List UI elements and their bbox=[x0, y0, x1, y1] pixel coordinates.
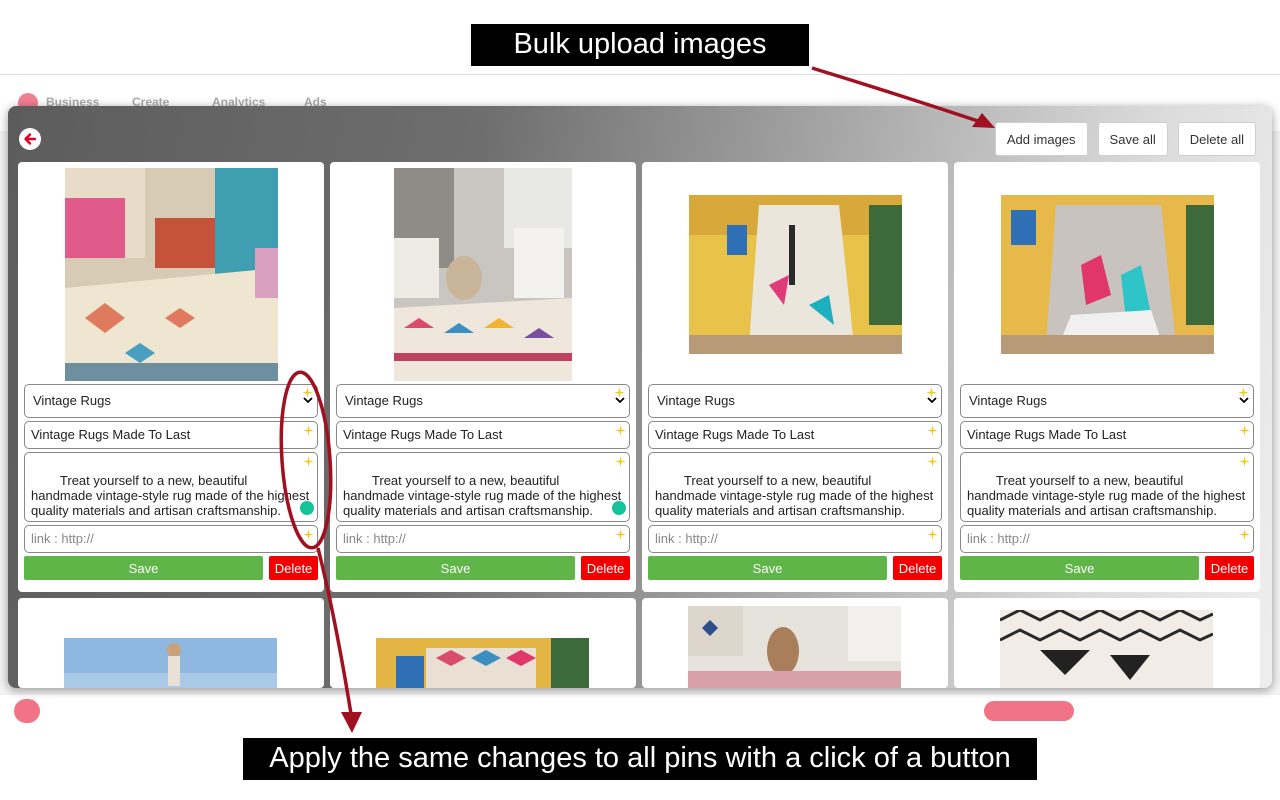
sparkle-icon[interactable] bbox=[927, 456, 938, 467]
delete-all-button[interactable]: Delete all bbox=[1177, 122, 1256, 156]
save-all-button[interactable]: Save all bbox=[1097, 122, 1168, 156]
sparkle-icon[interactable] bbox=[927, 425, 938, 436]
pin-image bbox=[1000, 610, 1213, 688]
save-button[interactable]: Save bbox=[336, 556, 575, 580]
chevron-down-icon bbox=[927, 397, 937, 404]
pin-card: Vintage Rugs Vintage Rugs Made To Last T… bbox=[18, 162, 324, 592]
chevron-down-icon bbox=[303, 397, 313, 404]
board-select-value: Vintage Rugs bbox=[345, 393, 423, 408]
sparkle-icon[interactable] bbox=[303, 425, 314, 436]
delete-button[interactable]: Delete bbox=[269, 556, 318, 580]
board-select[interactable]: Vintage Rugs bbox=[24, 384, 318, 418]
link-placeholder: link : http:// bbox=[967, 531, 1030, 546]
chevron-down-icon bbox=[615, 397, 625, 404]
pin-card bbox=[18, 598, 324, 688]
description-field[interactable]: Treat yourself to a new, beautiful handm… bbox=[336, 452, 630, 522]
pin-image bbox=[688, 195, 902, 354]
save-button[interactable]: Save bbox=[960, 556, 1199, 580]
title-field[interactable]: Vintage Rugs Made To Last bbox=[336, 421, 630, 449]
background-publish-button bbox=[984, 701, 1074, 721]
sparkle-icon[interactable] bbox=[615, 456, 626, 467]
sparkle-icon[interactable] bbox=[1239, 425, 1250, 436]
grammarly-icon[interactable] bbox=[612, 501, 626, 515]
background-footer bbox=[0, 695, 1280, 723]
pin-card bbox=[330, 598, 636, 688]
pin-image bbox=[376, 638, 589, 688]
description-field[interactable]: Treat yourself to a new, beautiful handm… bbox=[24, 452, 318, 522]
title-field[interactable]: Vintage Rugs Made To Last bbox=[960, 421, 1254, 449]
link-placeholder: link : http:// bbox=[655, 531, 718, 546]
link-placeholder: link : http:// bbox=[343, 531, 406, 546]
back-button[interactable] bbox=[19, 128, 41, 150]
description-value: Treat yourself to a new, beautiful handm… bbox=[343, 473, 625, 518]
pin-grid: Vintage Rugs Vintage Rugs Made To Last T… bbox=[18, 162, 1262, 688]
title-value: Vintage Rugs Made To Last bbox=[655, 427, 815, 442]
delete-button[interactable]: Delete bbox=[893, 556, 942, 580]
annotation-apply-all: Apply the same changes to all pins with … bbox=[243, 738, 1037, 780]
board-select[interactable]: Vintage Rugs bbox=[648, 384, 942, 418]
title-value: Vintage Rugs Made To Last bbox=[967, 427, 1127, 442]
board-select[interactable]: Vintage Rugs bbox=[960, 384, 1254, 418]
save-button[interactable]: Save bbox=[648, 556, 887, 580]
board-select-value: Vintage Rugs bbox=[33, 393, 111, 408]
sparkle-icon[interactable] bbox=[1239, 529, 1250, 540]
pin-image bbox=[64, 168, 278, 381]
pin-image bbox=[64, 638, 277, 688]
title-field[interactable]: Vintage Rugs Made To Last bbox=[24, 421, 318, 449]
grammarly-icon[interactable] bbox=[300, 501, 314, 515]
pin-image bbox=[688, 606, 901, 688]
bulk-upload-modal: Add images Save all Delete all Vintage R… bbox=[8, 106, 1272, 688]
pin-card bbox=[954, 598, 1260, 688]
chevron-down-icon bbox=[1239, 397, 1249, 404]
sparkle-icon[interactable] bbox=[303, 529, 314, 540]
link-field[interactable]: link : http:// bbox=[24, 525, 318, 553]
description-field[interactable]: Treat yourself to a new, beautiful handm… bbox=[960, 452, 1254, 522]
link-placeholder: link : http:// bbox=[31, 531, 94, 546]
title-field[interactable]: Vintage Rugs Made To Last bbox=[648, 421, 942, 449]
title-value: Vintage Rugs Made To Last bbox=[31, 427, 191, 442]
annotation-bulk-upload: Bulk upload images bbox=[471, 24, 809, 66]
arrow-left-icon bbox=[24, 133, 37, 145]
add-images-button[interactable]: Add images bbox=[994, 122, 1088, 156]
sparkle-icon[interactable] bbox=[927, 529, 938, 540]
pin-card: Vintage Rugs Vintage Rugs Made To Last T… bbox=[954, 162, 1260, 592]
pin-image bbox=[394, 168, 572, 381]
link-field[interactable]: link : http:// bbox=[960, 525, 1254, 553]
save-button[interactable]: Save bbox=[24, 556, 263, 580]
pin-card: Vintage Rugs Vintage Rugs Made To Last T… bbox=[642, 162, 948, 592]
sparkle-icon[interactable] bbox=[615, 425, 626, 436]
description-value: Treat yourself to a new, beautiful handm… bbox=[967, 473, 1249, 518]
pin-image bbox=[1000, 195, 1214, 354]
sparkle-icon[interactable] bbox=[1239, 456, 1250, 467]
sparkle-icon[interactable] bbox=[303, 456, 314, 467]
sparkle-icon[interactable] bbox=[615, 529, 626, 540]
modal-actions: Add images Save all Delete all bbox=[994, 122, 1256, 156]
title-value: Vintage Rugs Made To Last bbox=[343, 427, 503, 442]
board-select[interactable]: Vintage Rugs bbox=[336, 384, 630, 418]
board-select-value: Vintage Rugs bbox=[657, 393, 735, 408]
description-value: Treat yourself to a new, beautiful handm… bbox=[655, 473, 937, 518]
delete-button[interactable]: Delete bbox=[1205, 556, 1254, 580]
link-field[interactable]: link : http:// bbox=[648, 525, 942, 553]
delete-button[interactable]: Delete bbox=[581, 556, 630, 580]
pin-card: Vintage Rugs Vintage Rugs Made To Last T… bbox=[330, 162, 636, 592]
description-field[interactable]: Treat yourself to a new, beautiful handm… bbox=[648, 452, 942, 522]
help-icon bbox=[14, 699, 40, 723]
description-value: Treat yourself to a new, beautiful handm… bbox=[31, 473, 313, 518]
pin-card bbox=[642, 598, 948, 688]
board-select-value: Vintage Rugs bbox=[969, 393, 1047, 408]
link-field[interactable]: link : http:// bbox=[336, 525, 630, 553]
